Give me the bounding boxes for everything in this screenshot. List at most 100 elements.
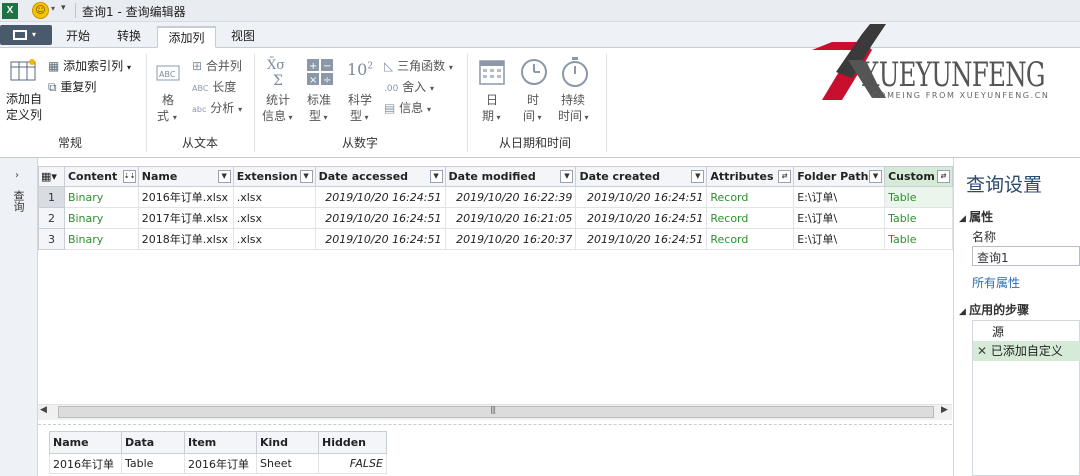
cell-date-modified[interactable]: 2019/10/20 16:22:39 bbox=[444, 186, 577, 208]
row-number[interactable]: 3 bbox=[38, 228, 65, 250]
column-header-date-accessed[interactable]: Date accessed ▼ bbox=[314, 166, 446, 187]
statistics-label-2[interactable]: 信息 ▾ bbox=[262, 108, 293, 126]
cell-extension[interactable]: .xlsx bbox=[232, 228, 316, 250]
properties-section-header[interactable]: ◢ 属性 bbox=[959, 208, 993, 225]
filter-dropdown-icon[interactable]: ▼ bbox=[869, 170, 883, 183]
cell-date-accessed[interactable]: 2019/10/20 16:24:51 bbox=[314, 207, 446, 229]
quick-access-menu-icon[interactable]: ▾ bbox=[61, 3, 66, 13]
format-button[interactable]: ABC bbox=[155, 60, 181, 87]
cell-attributes[interactable]: Record bbox=[706, 207, 795, 229]
table-row[interactable]: 3 Binary 2018年订单.xlsx .xlsx 2019/10/20 1… bbox=[38, 228, 953, 250]
duration-label-2[interactable]: 时间 ▾ bbox=[558, 108, 589, 126]
cell-content[interactable]: Binary bbox=[63, 207, 139, 229]
step-source[interactable]: 源 bbox=[973, 322, 1080, 342]
cell-content[interactable]: Binary bbox=[63, 228, 139, 250]
cell-custom[interactable]: Table bbox=[884, 207, 953, 229]
date-label-1[interactable]: 日 bbox=[486, 92, 498, 108]
standard-label-2[interactable]: 型 ▾ bbox=[309, 108, 328, 126]
cell-name[interactable]: 2016年订单.xlsx bbox=[137, 186, 234, 208]
cell-custom[interactable]: Table bbox=[884, 186, 953, 208]
row-number[interactable]: 2 bbox=[38, 207, 65, 229]
cell-name[interactable]: 2018年订单.xlsx bbox=[137, 228, 234, 250]
add-custom-column-button[interactable] bbox=[10, 58, 36, 85]
filter-dropdown-icon[interactable]: ▼ bbox=[691, 170, 705, 183]
cell-date-created[interactable]: 2019/10/20 16:24:51 bbox=[575, 228, 708, 250]
column-header-name[interactable]: Name ▼ bbox=[137, 166, 234, 187]
scroll-left-icon[interactable]: ◀ bbox=[40, 405, 47, 415]
tab-home[interactable]: 开始 bbox=[56, 26, 100, 48]
excel-icon[interactable]: X bbox=[2, 3, 18, 19]
column-header-date-modified[interactable]: Date modified ▼ bbox=[444, 166, 577, 187]
tab-view[interactable]: 视图 bbox=[221, 26, 265, 48]
scientific-label-2[interactable]: 型 ▾ bbox=[350, 108, 369, 126]
preview-divider[interactable] bbox=[38, 424, 952, 425]
tab-add-column[interactable]: 添加列 bbox=[157, 26, 216, 48]
format-label-1: 格 bbox=[162, 93, 175, 107]
table-menu-button[interactable]: ▦▾ bbox=[38, 166, 65, 187]
delete-step-icon[interactable]: ✕ bbox=[977, 344, 991, 358]
length-button[interactable]: ABC 长度 bbox=[192, 78, 236, 95]
filter-dropdown-icon[interactable]: ▼ bbox=[299, 170, 313, 183]
cell-date-accessed[interactable]: 2019/10/20 16:24:51 bbox=[314, 186, 446, 208]
table-row[interactable]: 1 Binary 2016年订单.xlsx .xlsx 2019/10/20 1… bbox=[38, 186, 953, 208]
cell-extension[interactable]: .xlsx bbox=[232, 186, 316, 208]
scientific-label-1[interactable]: 科学 bbox=[348, 92, 372, 108]
column-header-extension[interactable]: Extension ▼ bbox=[232, 166, 316, 187]
information-button[interactable]: ▤ 信息 ▾ bbox=[384, 99, 431, 116]
filter-dropdown-icon[interactable]: ▼ bbox=[217, 170, 231, 183]
add-index-column-button[interactable]: ▦ 添加索引列 ▾ bbox=[48, 57, 131, 74]
cell-date-modified[interactable]: 2019/10/20 16:21:05 bbox=[444, 207, 577, 229]
file-menu-button[interactable]: ▾ bbox=[0, 25, 52, 45]
smiley-dropdown-icon[interactable]: ▾ bbox=[51, 4, 55, 13]
svg-text:÷: ÷ bbox=[323, 75, 331, 86]
filter-dropdown-icon[interactable]: ▼ bbox=[560, 170, 574, 183]
smiley-feedback-icon[interactable]: ☺ bbox=[32, 2, 49, 19]
filter-dropdown-icon[interactable]: ▼ bbox=[429, 170, 443, 183]
column-header-folder-path[interactable]: Folder Path ▼ bbox=[793, 166, 886, 187]
merge-columns-button[interactable]: ⊞ 合并列 bbox=[192, 57, 242, 74]
date-label-2[interactable]: 期 ▾ bbox=[482, 108, 501, 126]
standard-icon: + − × ÷ bbox=[306, 58, 334, 89]
expand-columns-icon[interactable]: ⇄ bbox=[937, 170, 950, 183]
statistics-label-1[interactable]: 统计 bbox=[266, 92, 290, 108]
parse-button[interactable]: abc 分析 ▾ bbox=[192, 99, 242, 116]
query-name-input[interactable]: 查询1 bbox=[972, 246, 1080, 266]
applied-steps-header[interactable]: ◢ 应用的步骤 bbox=[959, 301, 1029, 318]
cell-date-created[interactable]: 2019/10/20 16:24:51 bbox=[575, 207, 708, 229]
standard-label-1[interactable]: 标准 bbox=[307, 92, 331, 108]
cell-date-modified[interactable]: 2019/10/20 16:20:37 bbox=[444, 228, 577, 250]
cell-date-accessed[interactable]: 2019/10/20 16:24:51 bbox=[314, 228, 446, 250]
cell-folder-path[interactable]: E:\订单\ bbox=[793, 207, 886, 229]
cell-extension[interactable]: .xlsx bbox=[232, 207, 316, 229]
row-number[interactable]: 1 bbox=[38, 186, 65, 208]
cell-attributes[interactable]: Record bbox=[706, 186, 795, 208]
duration-label-1[interactable]: 持续 bbox=[561, 92, 585, 108]
cell-content[interactable]: Binary bbox=[63, 186, 139, 208]
table-row[interactable]: 2 Binary 2017年订单.xlsx .xlsx 2019/10/20 1… bbox=[38, 207, 953, 229]
queries-pane-label[interactable]: 查询 bbox=[10, 190, 25, 212]
time-label-2[interactable]: 间 ▾ bbox=[523, 108, 542, 126]
cell-custom[interactable]: Table bbox=[884, 228, 953, 250]
column-header-custom[interactable]: Custom ⇄ bbox=[884, 166, 953, 187]
expand-columns-icon[interactable]: ⇄ bbox=[778, 170, 792, 183]
column-header-content[interactable]: Content ⇣⇣ bbox=[63, 166, 139, 187]
information-icon: ▤ bbox=[384, 101, 396, 115]
expand-binary-icon[interactable]: ⇣⇣ bbox=[122, 170, 136, 183]
scroll-right-icon[interactable]: ▶ bbox=[941, 405, 948, 415]
step-added-custom[interactable]: ✕ 已添加自定义 bbox=[973, 341, 1080, 361]
all-properties-link[interactable]: 所有属性 bbox=[972, 274, 1020, 291]
tab-transform[interactable]: 转换 bbox=[106, 26, 152, 48]
expand-chevron-icon[interactable]: › bbox=[15, 170, 19, 181]
scrollbar-thumb[interactable] bbox=[58, 406, 934, 418]
cell-name[interactable]: 2017年订单.xlsx bbox=[137, 207, 234, 229]
column-header-attributes[interactable]: Attributes ⇄ bbox=[706, 166, 795, 187]
cell-attributes[interactable]: Record bbox=[706, 228, 795, 250]
time-label-1[interactable]: 时 bbox=[527, 92, 539, 108]
cell-folder-path[interactable]: E:\订单\ bbox=[793, 228, 886, 250]
rounding-button[interactable]: .00 舍入 ▾ bbox=[384, 78, 434, 95]
cell-folder-path[interactable]: E:\订单\ bbox=[793, 186, 886, 208]
duplicate-column-button[interactable]: ⧉ 重复列 bbox=[48, 78, 96, 95]
cell-date-created[interactable]: 2019/10/20 16:24:51 bbox=[575, 186, 708, 208]
trigonometry-button[interactable]: ◺ 三角函数 ▾ bbox=[384, 57, 453, 74]
column-header-date-created[interactable]: Date created ▼ bbox=[575, 166, 708, 187]
